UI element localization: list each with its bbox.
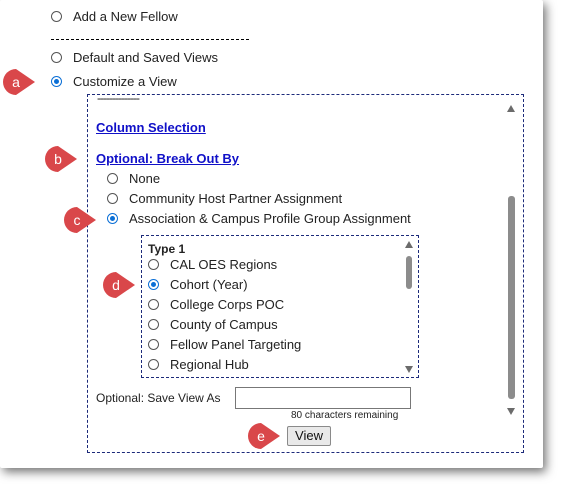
group-item-radio[interactable] <box>148 359 159 370</box>
group-item-label[interactable]: Cohort (Year) <box>170 277 248 292</box>
callout-a: a <box>2 68 35 96</box>
callout-c: c <box>63 206 96 234</box>
save-view-input[interactable] <box>235 387 411 409</box>
callout-e: e <box>247 422 280 450</box>
customize-scrollbar-thumb[interactable] <box>508 196 515 399</box>
group-item-label[interactable]: CAL OES Regions <box>170 257 277 272</box>
group-item-label[interactable]: College Corps POC <box>170 297 284 312</box>
callout-d-label: d <box>112 277 120 293</box>
breakout-option-label[interactable]: Association & Campus Profile Group Assig… <box>129 211 411 226</box>
chars-remaining-text: 80 characters remaining <box>291 410 399 421</box>
group-list-scrollbar-thumb[interactable] <box>406 256 412 289</box>
group-item-radio-selected[interactable] <box>148 279 159 290</box>
group-item-radio[interactable] <box>148 339 159 350</box>
breakout-option-label[interactable]: Community Host Partner Assignment <box>129 191 342 206</box>
save-view-label: Optional: Save View As <box>96 391 221 405</box>
add-new-fellow-radio[interactable] <box>51 11 62 22</box>
callout-a-label: a <box>12 74 20 90</box>
view-options-panel: Add a New Fellow Default and Saved Views… <box>0 0 543 468</box>
group-item-radio[interactable] <box>148 259 159 270</box>
callout-b: b <box>44 145 77 173</box>
breakout-title-link[interactable]: Optional: Break Out By <box>96 151 239 166</box>
group-item-label[interactable]: County of Campus <box>170 317 278 332</box>
default-saved-views-label[interactable]: Default and Saved Views <box>73 50 218 65</box>
column-selection-link[interactable]: Column Selection <box>96 120 206 135</box>
callout-c-label: c <box>73 212 81 228</box>
callout-d: d <box>102 271 135 299</box>
group-item-label[interactable]: Regional Hub <box>170 357 249 372</box>
view-button[interactable]: View <box>287 426 331 446</box>
group-list-scroll-down-icon[interactable] <box>405 366 413 373</box>
breakout-option-label[interactable]: None <box>129 171 160 186</box>
customize-view-radio[interactable] <box>51 76 62 87</box>
group-list-header: Type 1 <box>148 242 186 256</box>
options-divider <box>51 39 249 40</box>
group-list-scroll-up-icon[interactable] <box>405 241 413 248</box>
breakout-community-host-radio[interactable] <box>107 193 118 204</box>
group-item-label[interactable]: Fellow Panel Targeting <box>170 337 301 352</box>
default-saved-views-radio[interactable] <box>51 52 62 63</box>
group-item-radio[interactable] <box>148 299 159 310</box>
callout-b-label: b <box>54 151 62 167</box>
customize-scroll-up-icon[interactable] <box>507 105 515 112</box>
customize-view-label[interactable]: Customize a View <box>73 74 177 89</box>
group-item-radio[interactable] <box>148 319 159 330</box>
add-new-fellow-label[interactable]: Add a New Fellow <box>73 9 178 24</box>
breakout-none-radio[interactable] <box>107 173 118 184</box>
breakout-association-campus-radio[interactable] <box>107 213 118 224</box>
customize-scroll-down-icon[interactable] <box>507 408 515 415</box>
customize-top-dashes: -------------- <box>97 91 140 105</box>
callout-e-label: e <box>257 428 265 444</box>
